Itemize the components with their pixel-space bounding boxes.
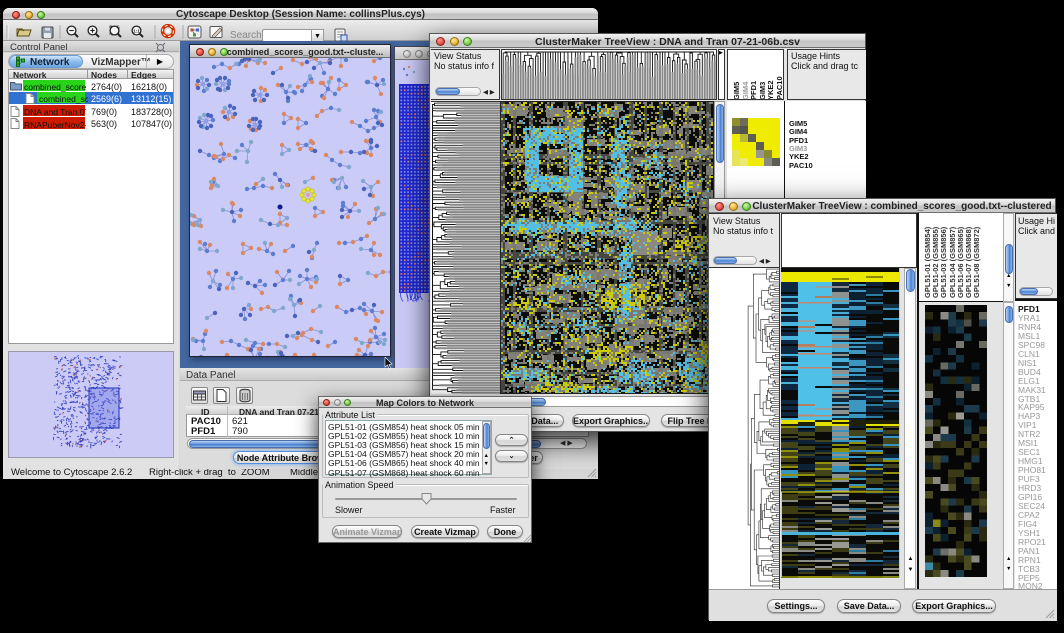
svg-text:1:1: 1:1	[133, 28, 140, 33]
